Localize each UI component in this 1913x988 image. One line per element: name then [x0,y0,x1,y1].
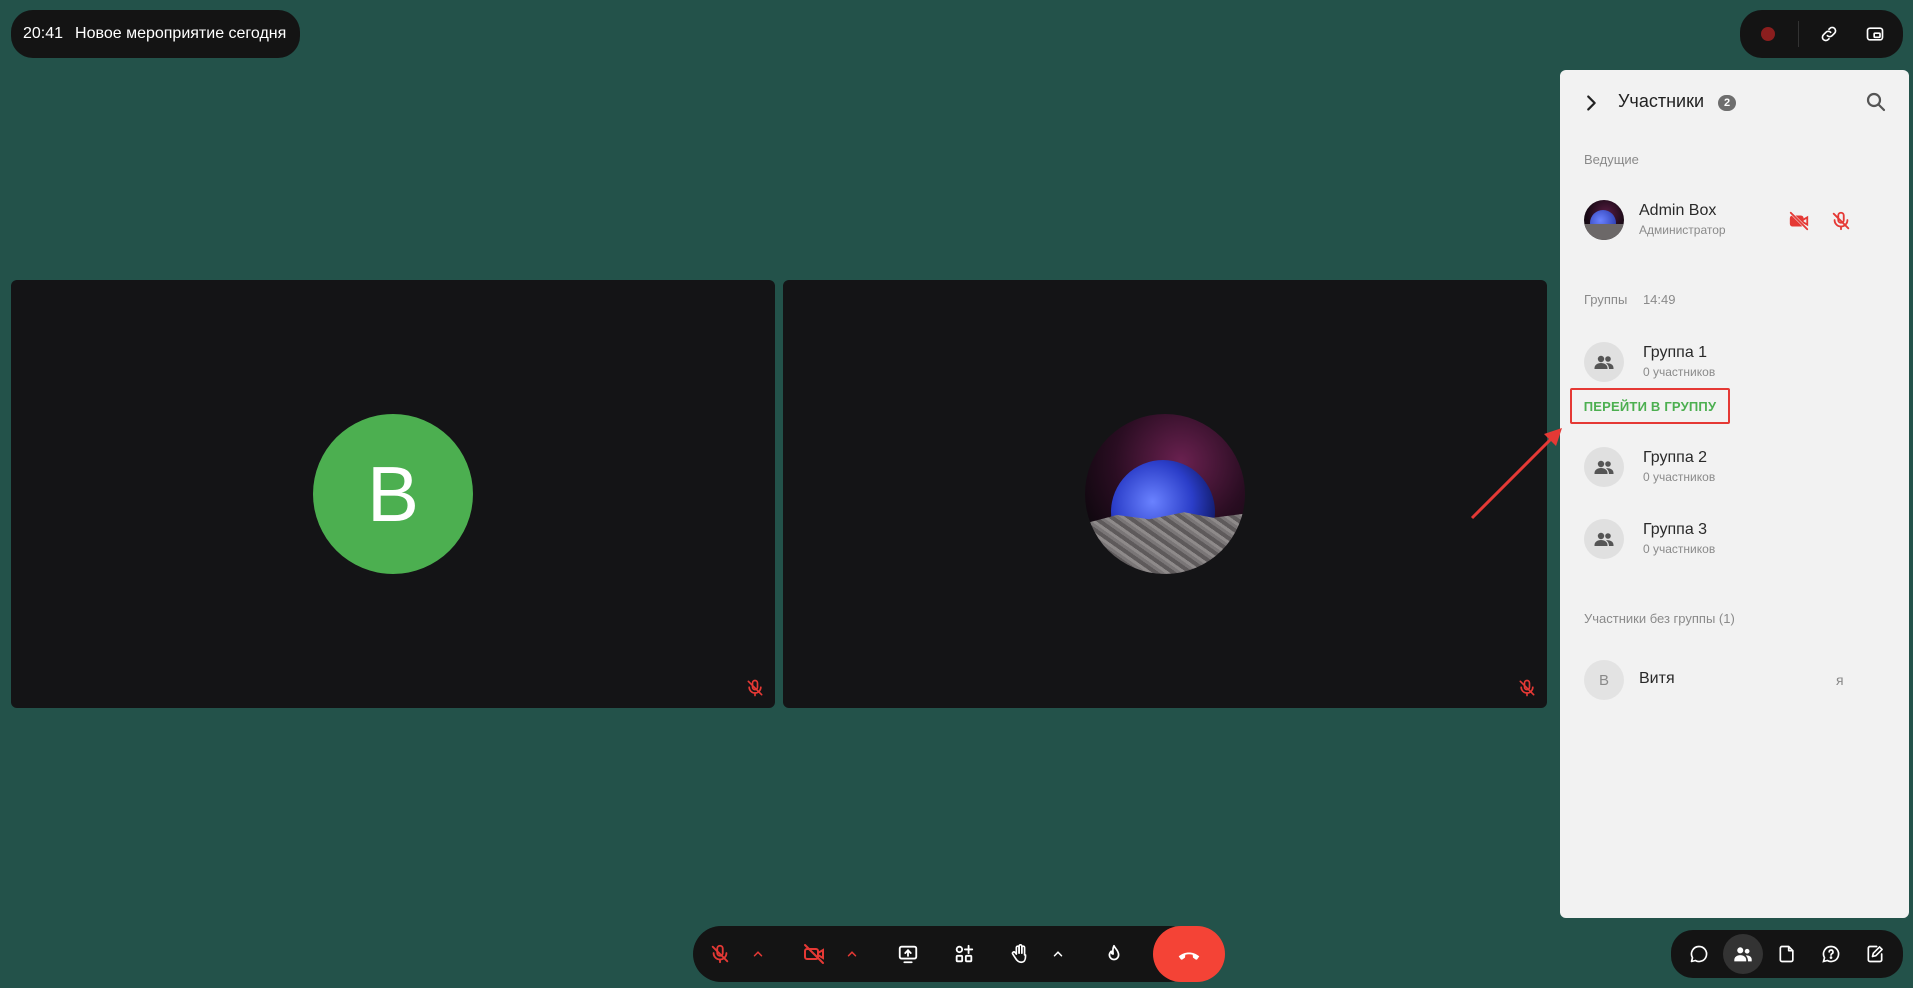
notes-button[interactable] [1855,934,1895,974]
avatar-initial: В [1598,671,1609,689]
help-button[interactable] [1811,934,1851,974]
panel-title: Участники [1618,91,1704,111]
groups-title: Группы [1584,292,1628,307]
chat-button[interactable] [1679,934,1719,974]
apps-icon [955,944,974,963]
ground-shape [1085,512,1245,574]
camera-toggle-button[interactable] [797,934,831,974]
meeting-info: 20:41 Новое мероприятие сегодня [11,10,301,58]
group-row[interactable]: Группа 2 0 участников [1584,445,1884,489]
record-icon [1761,27,1775,41]
host-row[interactable]: Admin Box Администратор [1584,198,1884,242]
notes-icon [1867,945,1883,963]
chat-icon [1690,945,1708,963]
reaction-button[interactable] [1097,934,1131,974]
participant-name: Витя [1639,670,1675,687]
mic-off-icon [711,944,729,964]
annotation-arrow [1470,428,1562,520]
mic-off-icon [747,679,763,697]
mic-options-button[interactable] [741,934,775,974]
group-icon [1584,447,1624,487]
end-call-icon [1178,952,1200,960]
chevron-up-icon [1053,951,1063,957]
mic-off-icon [1519,679,1535,697]
group-row[interactable]: Группа 3 0 участников [1584,517,1884,561]
call-controls [693,926,1197,982]
group-name: Группа 1 [1643,344,1708,361]
screen-share-button[interactable] [891,934,925,974]
copy-link-button[interactable] [1809,14,1849,54]
camera-off-icon [804,944,824,964]
groups-timer: 14:49 [1642,292,1676,307]
ground-shape [1584,224,1624,240]
chevron-up-icon [847,951,857,957]
participants-count-badge: 2 [1718,95,1736,111]
hosts-section-title: Ведущие [1584,152,1639,167]
avatar: В [1584,660,1624,700]
group-icon [1584,519,1624,559]
self-label: я [1836,672,1844,688]
search-icon[interactable] [1864,90,1888,114]
group-icon [1584,342,1624,382]
chevron-up-icon [753,951,763,957]
picture-in-picture-button[interactable] [1855,14,1895,54]
group-members: 0 участников [1643,470,1716,484]
toolbar-divider [1798,21,1799,47]
camera-options-button[interactable] [835,934,869,974]
files-icon [1779,945,1794,963]
avatar-letter: B [366,449,420,538]
participant-avatar-image [1085,414,1245,574]
screen-share-icon [898,945,918,964]
group-name: Группа 2 [1643,449,1708,466]
goto-group-button[interactable]: ПЕРЕЙТИ В ГРУППУ [1570,388,1730,424]
host-name: Admin Box [1639,202,1717,219]
top-right-toolbar [1740,10,1903,58]
ungrouped-section-title: Участники без группы (1) [1584,611,1735,626]
avatar [1584,200,1624,240]
participant-avatar: B [313,414,473,574]
participants-icon [1734,947,1752,962]
group-name: Группа 3 [1643,521,1708,538]
apps-button[interactable] [947,934,981,974]
files-button[interactable] [1767,934,1807,974]
link-icon [1821,26,1837,42]
video-tile[interactable]: B [11,280,775,708]
bottom-right-toolbar [1671,930,1903,978]
participants-panel: Участники 2 Ведущие Admin Box Администра… [1560,70,1909,918]
host-role: Администратор [1639,223,1726,237]
meeting-title: Новое мероприятие сегодня [75,25,287,42]
chevron-right-icon[interactable] [1580,92,1602,114]
group-members: 0 участников [1643,365,1716,379]
group-row[interactable]: Группа 1 0 участников [1584,340,1884,384]
help-icon [1822,945,1840,963]
reaction-icon [1108,944,1120,961]
raise-hand-button[interactable] [1003,934,1037,974]
group-members: 0 участников [1643,542,1716,556]
camera-off-icon[interactable] [1788,210,1810,232]
mic-toggle-button[interactable] [703,934,737,974]
hand-options-button[interactable] [1041,934,1075,974]
picture-in-picture-icon [1866,27,1884,41]
video-tile[interactable] [783,280,1547,708]
end-call-button[interactable] [1153,926,1225,982]
raise-hand-icon [1011,944,1027,964]
panel-header: Участники 2 [1560,70,1909,134]
meeting-time: 20:41 [23,25,64,42]
participants-button[interactable] [1723,934,1763,974]
groups-section-title: Группы 14:49 [1584,292,1676,307]
record-button[interactable] [1748,14,1788,54]
mic-off-icon[interactable] [1830,210,1852,232]
